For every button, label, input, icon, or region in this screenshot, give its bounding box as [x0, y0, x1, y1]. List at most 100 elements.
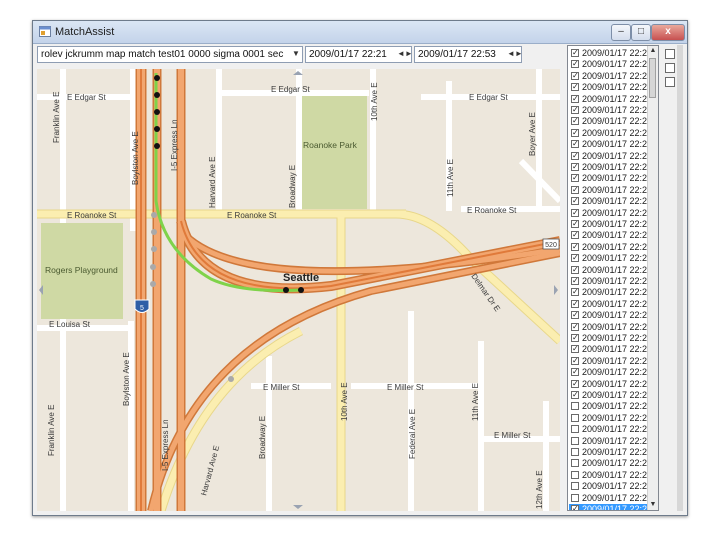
- list-item[interactable]: 2009/01/17 22:22: [569, 195, 657, 207]
- list-item-checkbox[interactable]: [571, 93, 579, 104]
- list-item-checkbox[interactable]: [571, 493, 579, 502]
- list-item-checkbox[interactable]: [571, 70, 579, 81]
- list-item[interactable]: 2009/01/17 22:22: [569, 275, 657, 287]
- list-item-checkbox[interactable]: [571, 389, 579, 400]
- list-item-checkbox[interactable]: [571, 332, 579, 343]
- list-item-checkbox[interactable]: [571, 184, 579, 195]
- close-button[interactable]: x: [651, 24, 685, 41]
- list-item[interactable]: 2009/01/17 22:22: [569, 161, 657, 173]
- list-item[interactable]: 2009/01/17 22:22: [569, 481, 657, 492]
- list-item[interactable]: 2009/01/17 22:22: [569, 343, 657, 355]
- list-item-checkbox[interactable]: [571, 172, 579, 183]
- list-item-checkbox[interactable]: [571, 47, 579, 58]
- list-item-checkbox[interactable]: [571, 355, 579, 366]
- list-item[interactable]: 2009/01/17 22:22: [569, 138, 657, 150]
- file-select[interactable]: rolev jckrumm map match test01 0000 sigm…: [37, 46, 303, 63]
- list-item[interactable]: 2009/01/17 22:22: [569, 115, 657, 127]
- list-item-checkbox[interactable]: [571, 436, 579, 445]
- side-checkbox-2[interactable]: [665, 63, 675, 73]
- list-item[interactable]: 2009/01/17 22:22: [569, 470, 657, 481]
- list-item[interactable]: 2009/01/17 22:22: [569, 424, 657, 435]
- scroll-thumb[interactable]: [649, 58, 656, 98]
- list-item-checkbox[interactable]: [571, 252, 579, 263]
- list-item[interactable]: 2009/01/17 22:22: [569, 332, 657, 344]
- list-item-checkbox[interactable]: [571, 425, 579, 434]
- list-item-checkbox[interactable]: [571, 448, 579, 456]
- list-item[interactable]: 2009/01/17 22:22: [569, 184, 657, 196]
- minimize-button[interactable]: –: [611, 24, 631, 41]
- list-item[interactable]: 2009/01/17 22:22: [569, 447, 657, 458]
- list-item[interactable]: 2009/01/17 22:22: [569, 58, 657, 70]
- title-bar[interactable]: MatchAssist – □ x: [33, 21, 687, 44]
- list-item-checkbox[interactable]: [571, 503, 579, 510]
- start-time-spin-icon[interactable]: ◄►: [397, 46, 413, 61]
- list-item-checkbox[interactable]: [571, 459, 579, 468]
- list-item-checkbox[interactable]: [571, 470, 579, 479]
- start-time-picker[interactable]: 2009/01/17 22:21: [305, 46, 412, 63]
- list-item-checkbox[interactable]: [571, 229, 579, 240]
- timestamp-list[interactable]: 2009/01/17 22:222009/01/17 22:222009/01/…: [567, 45, 659, 511]
- list-item[interactable]: 2009/01/17 22:22: [569, 207, 657, 219]
- list-item-checkbox[interactable]: [571, 482, 579, 491]
- list-item-checkbox[interactable]: [571, 309, 579, 320]
- list-item[interactable]: 2009/01/17 22:22: [569, 436, 657, 447]
- list-item-checkbox[interactable]: [571, 286, 579, 297]
- scroll-down-icon[interactable]: ▼: [648, 500, 658, 510]
- list-item[interactable]: 2009/01/17 22:22: [569, 321, 657, 333]
- list-item[interactable]: 2009/01/17 22:22: [569, 401, 657, 412]
- list-item[interactable]: 2009/01/17 22:22: [569, 172, 657, 184]
- list-item-checkbox[interactable]: [571, 104, 579, 115]
- list-item[interactable]: 2009/01/17 22:22: [569, 378, 657, 390]
- list-item[interactable]: 2009/01/17 22:22: [569, 264, 657, 276]
- list-item[interactable]: 2009/01/17 22:22: [569, 355, 657, 367]
- map-canvas[interactable]: 5 520 E Edgar St E Edgar St E Edgar St E…: [37, 69, 560, 511]
- list-item[interactable]: 2009/01/17 22:22: [569, 458, 657, 469]
- list-item-checkbox[interactable]: [571, 275, 579, 286]
- list-item-checkbox[interactable]: [571, 343, 579, 354]
- list-item-checkbox[interactable]: [571, 218, 579, 229]
- side-checkbox-3[interactable]: [665, 77, 675, 87]
- list-item-checkbox[interactable]: [571, 402, 579, 411]
- list-item-checkbox[interactable]: [571, 366, 579, 377]
- list-item[interactable]: 2009/01/17 22:22: [569, 493, 657, 504]
- map-view[interactable]: 5 520 E Edgar St E Edgar St E Edgar St E…: [37, 69, 560, 511]
- list-scrollbar[interactable]: ▲ ▼: [647, 46, 658, 510]
- list-item-checkbox[interactable]: [571, 115, 579, 126]
- side-scrollbar[interactable]: [677, 45, 683, 511]
- list-item[interactable]: 2009/01/17 22:22: [569, 47, 657, 59]
- list-item[interactable]: 2009/01/17 22:22: [569, 70, 657, 82]
- list-item[interactable]: 2009/01/17 22:22: [569, 127, 657, 139]
- list-item[interactable]: 2009/01/17 22:22: [569, 309, 657, 321]
- list-item-checkbox[interactable]: [571, 241, 579, 252]
- list-item-checkbox[interactable]: [571, 138, 579, 149]
- list-item[interactable]: 2009/01/17 22:22: [569, 413, 657, 424]
- list-item[interactable]: 2009/01/17 22:22: [569, 286, 657, 298]
- list-item-checkbox[interactable]: [571, 161, 579, 172]
- list-item-checkbox[interactable]: [571, 413, 579, 422]
- dropdown-arrow-icon[interactable]: ▼: [289, 46, 303, 61]
- list-item[interactable]: 2009/01/17 22:22: [569, 150, 657, 162]
- list-item[interactable]: 2009/01/17 22:22: [569, 389, 657, 401]
- list-item-checkbox[interactable]: [571, 195, 579, 206]
- list-item-checkbox[interactable]: [571, 378, 579, 389]
- list-item-checkbox[interactable]: [571, 264, 579, 275]
- list-item-checkbox[interactable]: [571, 58, 579, 69]
- list-item[interactable]: 2009/01/17 22:22: [569, 93, 657, 105]
- list-item[interactable]: 2009/01/17 22:22: [569, 366, 657, 378]
- list-item-checkbox[interactable]: [571, 298, 579, 309]
- list-item[interactable]: 2009/01/17 22:22: [569, 229, 657, 241]
- list-item[interactable]: 2009/01/17 22:22: [569, 241, 657, 253]
- list-item[interactable]: 2009/01/17 22:22: [569, 298, 657, 310]
- list-item[interactable]: 2009/01/17 22:22: [569, 104, 657, 116]
- scroll-up-icon[interactable]: ▲: [648, 46, 658, 56]
- list-item-checkbox[interactable]: [571, 150, 579, 161]
- list-item-checkbox[interactable]: [571, 81, 579, 92]
- side-checkbox-1[interactable]: [665, 49, 675, 59]
- list-item-checkbox[interactable]: [571, 321, 579, 332]
- maximize-button[interactable]: □: [631, 24, 651, 41]
- list-item[interactable]: 2009/01/17 22:22: [569, 218, 657, 230]
- list-item[interactable]: 2009/01/17 22:22: [569, 81, 657, 93]
- end-time-spin-icon[interactable]: ◄►: [507, 46, 523, 61]
- list-item[interactable]: 2009/01/17 22:22: [569, 503, 657, 510]
- list-item-checkbox[interactable]: [571, 207, 579, 218]
